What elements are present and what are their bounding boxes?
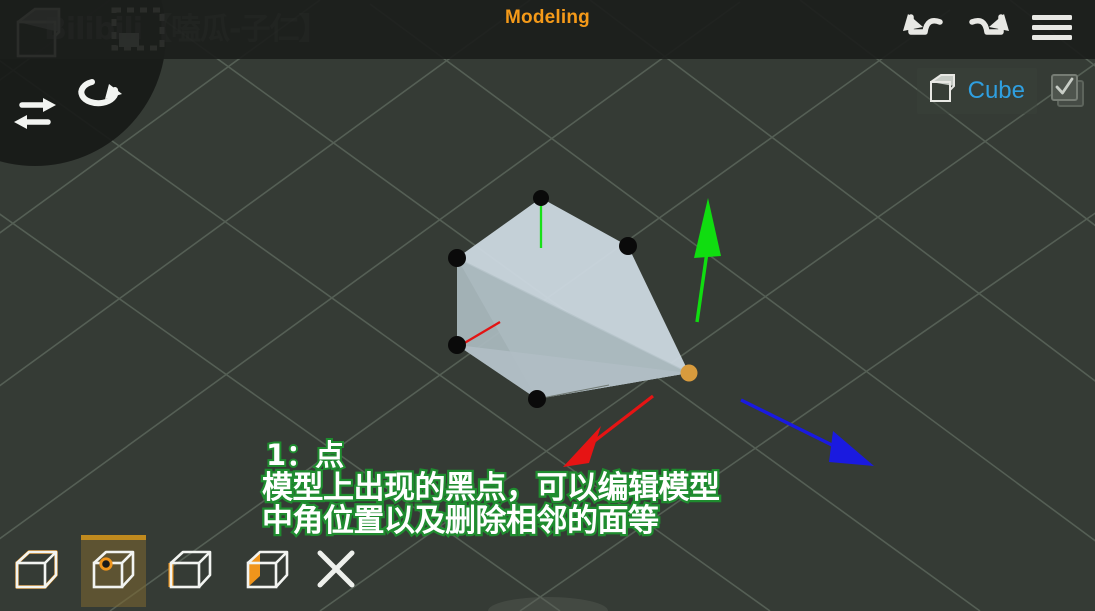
mode-face-button[interactable] — [235, 535, 300, 607]
undo-icon[interactable] — [901, 8, 947, 48]
outliner-item-cube[interactable]: Cube — [916, 68, 1037, 114]
mode-vertex-button[interactable] — [81, 535, 146, 607]
visibility-checkbox[interactable] — [1049, 72, 1087, 110]
face-mode-icon — [246, 550, 288, 589]
vertex-mode-icon — [92, 550, 134, 589]
close-icon[interactable] — [312, 545, 360, 593]
rotate-tool-icon[interactable] — [72, 68, 132, 126]
hamburger-menu-icon[interactable] — [1029, 8, 1075, 48]
mode-edge-button[interactable] — [158, 535, 223, 607]
move-tool-icon[interactable] — [10, 92, 60, 136]
mesh-select-mode-toolbar — [4, 535, 300, 607]
top-right-controls — [901, 8, 1075, 48]
top-bar: Modeling — [0, 0, 1095, 59]
outliner-panel: Cube — [916, 68, 1087, 114]
cube-object-icon — [927, 73, 957, 109]
mode-object-button[interactable] — [4, 535, 69, 607]
edge-mode-icon — [168, 550, 211, 589]
redo-icon[interactable] — [965, 8, 1011, 48]
outliner-item-label: Cube — [967, 77, 1025, 104]
app-root: Modeling Cube 1：点 模型上出现的黑点，可以编辑模型 中角位置以及… — [0, 0, 1095, 611]
object-mode-icon — [14, 550, 58, 589]
